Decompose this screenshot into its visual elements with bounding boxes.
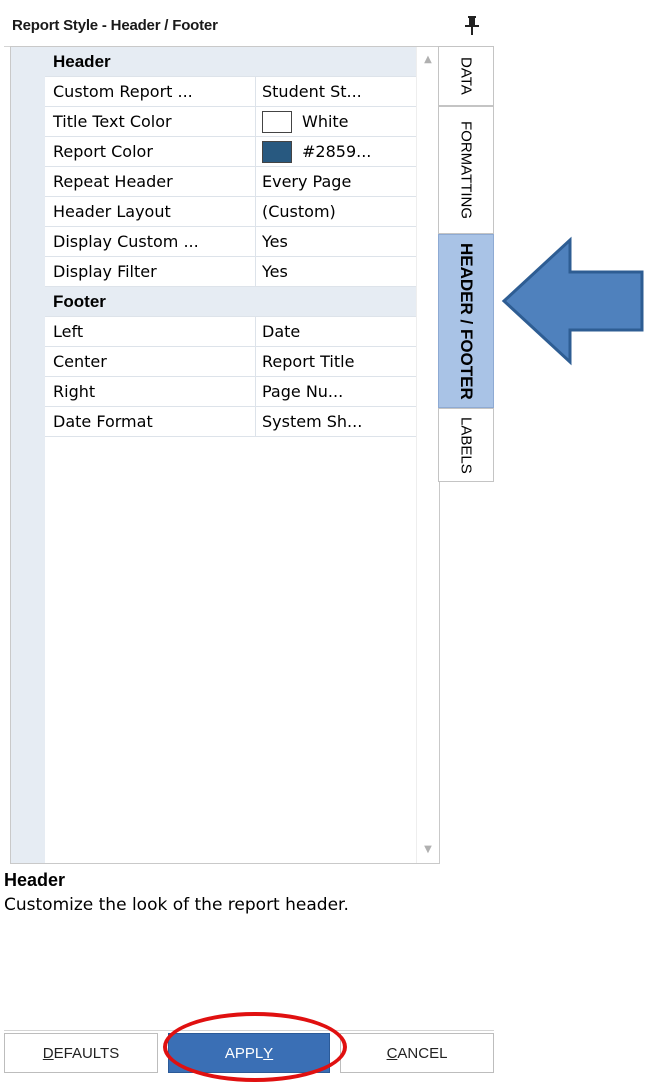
property-name: Left	[45, 317, 256, 346]
panel-title-bar: Report Style - Header / Footer	[4, 4, 492, 47]
property-name: Display Filter	[45, 257, 256, 286]
property-name: Title Text Color	[45, 107, 256, 136]
property-value[interactable]: Yes	[256, 257, 417, 286]
category-label: Footer	[53, 291, 106, 311]
cancel-button-label: ANCEL	[397, 1044, 448, 1062]
property-row-display-filter[interactable]: Display Filter Yes	[45, 257, 417, 287]
panel-title: Report Style - Header / Footer	[12, 17, 218, 34]
cancel-button[interactable]: C ANCEL	[340, 1033, 494, 1073]
vertical-tab-strip: DATA FORMATTING HEADER / FOOTER LABELS	[438, 46, 494, 482]
property-value[interactable]: Report Title	[256, 347, 417, 376]
property-row-header-layout[interactable]: Header Layout (Custom)	[45, 197, 417, 227]
description-pane: Header Customize the look of the report …	[4, 870, 438, 917]
property-row-repeat-header[interactable]: Repeat Header Every Page	[45, 167, 417, 197]
category-label: Header	[53, 51, 111, 71]
defaults-button[interactable]: D EFAULTS	[4, 1033, 158, 1073]
property-name: Right	[45, 377, 256, 406]
property-row-center[interactable]: Center Report Title	[45, 347, 417, 377]
property-name: Date Format	[45, 407, 256, 436]
property-name: Center	[45, 347, 256, 376]
tab-header-footer[interactable]: HEADER / FOOTER	[438, 234, 494, 408]
property-name: Display Custom ...	[45, 227, 256, 256]
property-value[interactable]: Every Page	[256, 167, 417, 196]
scroll-down-icon[interactable]: ▼	[417, 839, 439, 861]
defaults-button-label: EFAULTS	[53, 1044, 120, 1062]
property-value[interactable]: (Custom)	[256, 197, 417, 226]
property-name: Report Color	[45, 137, 256, 166]
tab-labels[interactable]: LABELS	[438, 408, 494, 482]
property-row-custom-report-title[interactable]: Custom Report ... Student St...	[45, 77, 417, 107]
apply-button[interactable]: APPL Y	[168, 1033, 330, 1073]
defaults-button-mnemonic: D	[42, 1044, 54, 1062]
property-value-text: #2859...	[302, 142, 372, 161]
property-row-right[interactable]: Right Page Nu...	[45, 377, 417, 407]
property-row-title-text-color[interactable]: Title Text Color White	[45, 107, 417, 137]
color-swatch	[262, 110, 292, 133]
report-style-panel: Report Style - Header / Footer Header Cu…	[0, 0, 494, 1082]
property-value-text: White	[302, 112, 349, 131]
tab-label: FORMATTING	[457, 120, 475, 220]
tab-label: DATA	[457, 57, 475, 95]
grid-scrollbar[interactable]: ▲ ▼	[416, 47, 439, 863]
tab-label: LABELS	[457, 416, 475, 474]
property-name: Repeat Header	[45, 167, 256, 196]
tab-label: HEADER / FOOTER	[457, 242, 476, 400]
description-title: Header	[4, 870, 66, 890]
property-value[interactable]: Page Nu...	[256, 377, 417, 406]
property-value[interactable]: Yes	[256, 227, 417, 256]
property-value[interactable]: White	[256, 107, 417, 136]
property-name: Header Layout	[45, 197, 256, 226]
property-grid: Header Custom Report ... Student St... T…	[10, 46, 440, 864]
property-row-report-color[interactable]: Report Color #2859...	[45, 137, 417, 167]
property-value[interactable]: System Sh...	[256, 407, 417, 436]
category-footer[interactable]: Footer	[45, 287, 417, 317]
button-bar: D EFAULTS APPL Y C ANCEL	[4, 1030, 494, 1075]
property-row-left[interactable]: Left Date	[45, 317, 417, 347]
apply-button-label: APPL	[224, 1044, 264, 1062]
property-name: Custom Report ...	[45, 77, 256, 106]
pin-icon[interactable]	[462, 14, 482, 36]
grid-gutter	[11, 47, 45, 863]
tab-data[interactable]: DATA	[438, 46, 494, 106]
category-header[interactable]: Header	[45, 47, 417, 77]
property-value[interactable]: #2859...	[256, 137, 417, 166]
left-arrow-icon	[501, 236, 644, 366]
color-swatch	[262, 140, 292, 163]
property-row-display-custom[interactable]: Display Custom ... Yes	[45, 227, 417, 257]
apply-button-mnemonic: Y	[263, 1044, 274, 1062]
property-row-date-format[interactable]: Date Format System Sh...	[45, 407, 417, 437]
cancel-button-mnemonic: C	[386, 1044, 398, 1062]
property-value[interactable]: Date	[256, 317, 417, 346]
description-text: Customize the look of the report header.	[4, 895, 349, 915]
tab-formatting[interactable]: FORMATTING	[438, 106, 494, 234]
property-value[interactable]: Student St...	[256, 77, 417, 106]
scroll-up-icon[interactable]: ▲	[417, 49, 439, 71]
